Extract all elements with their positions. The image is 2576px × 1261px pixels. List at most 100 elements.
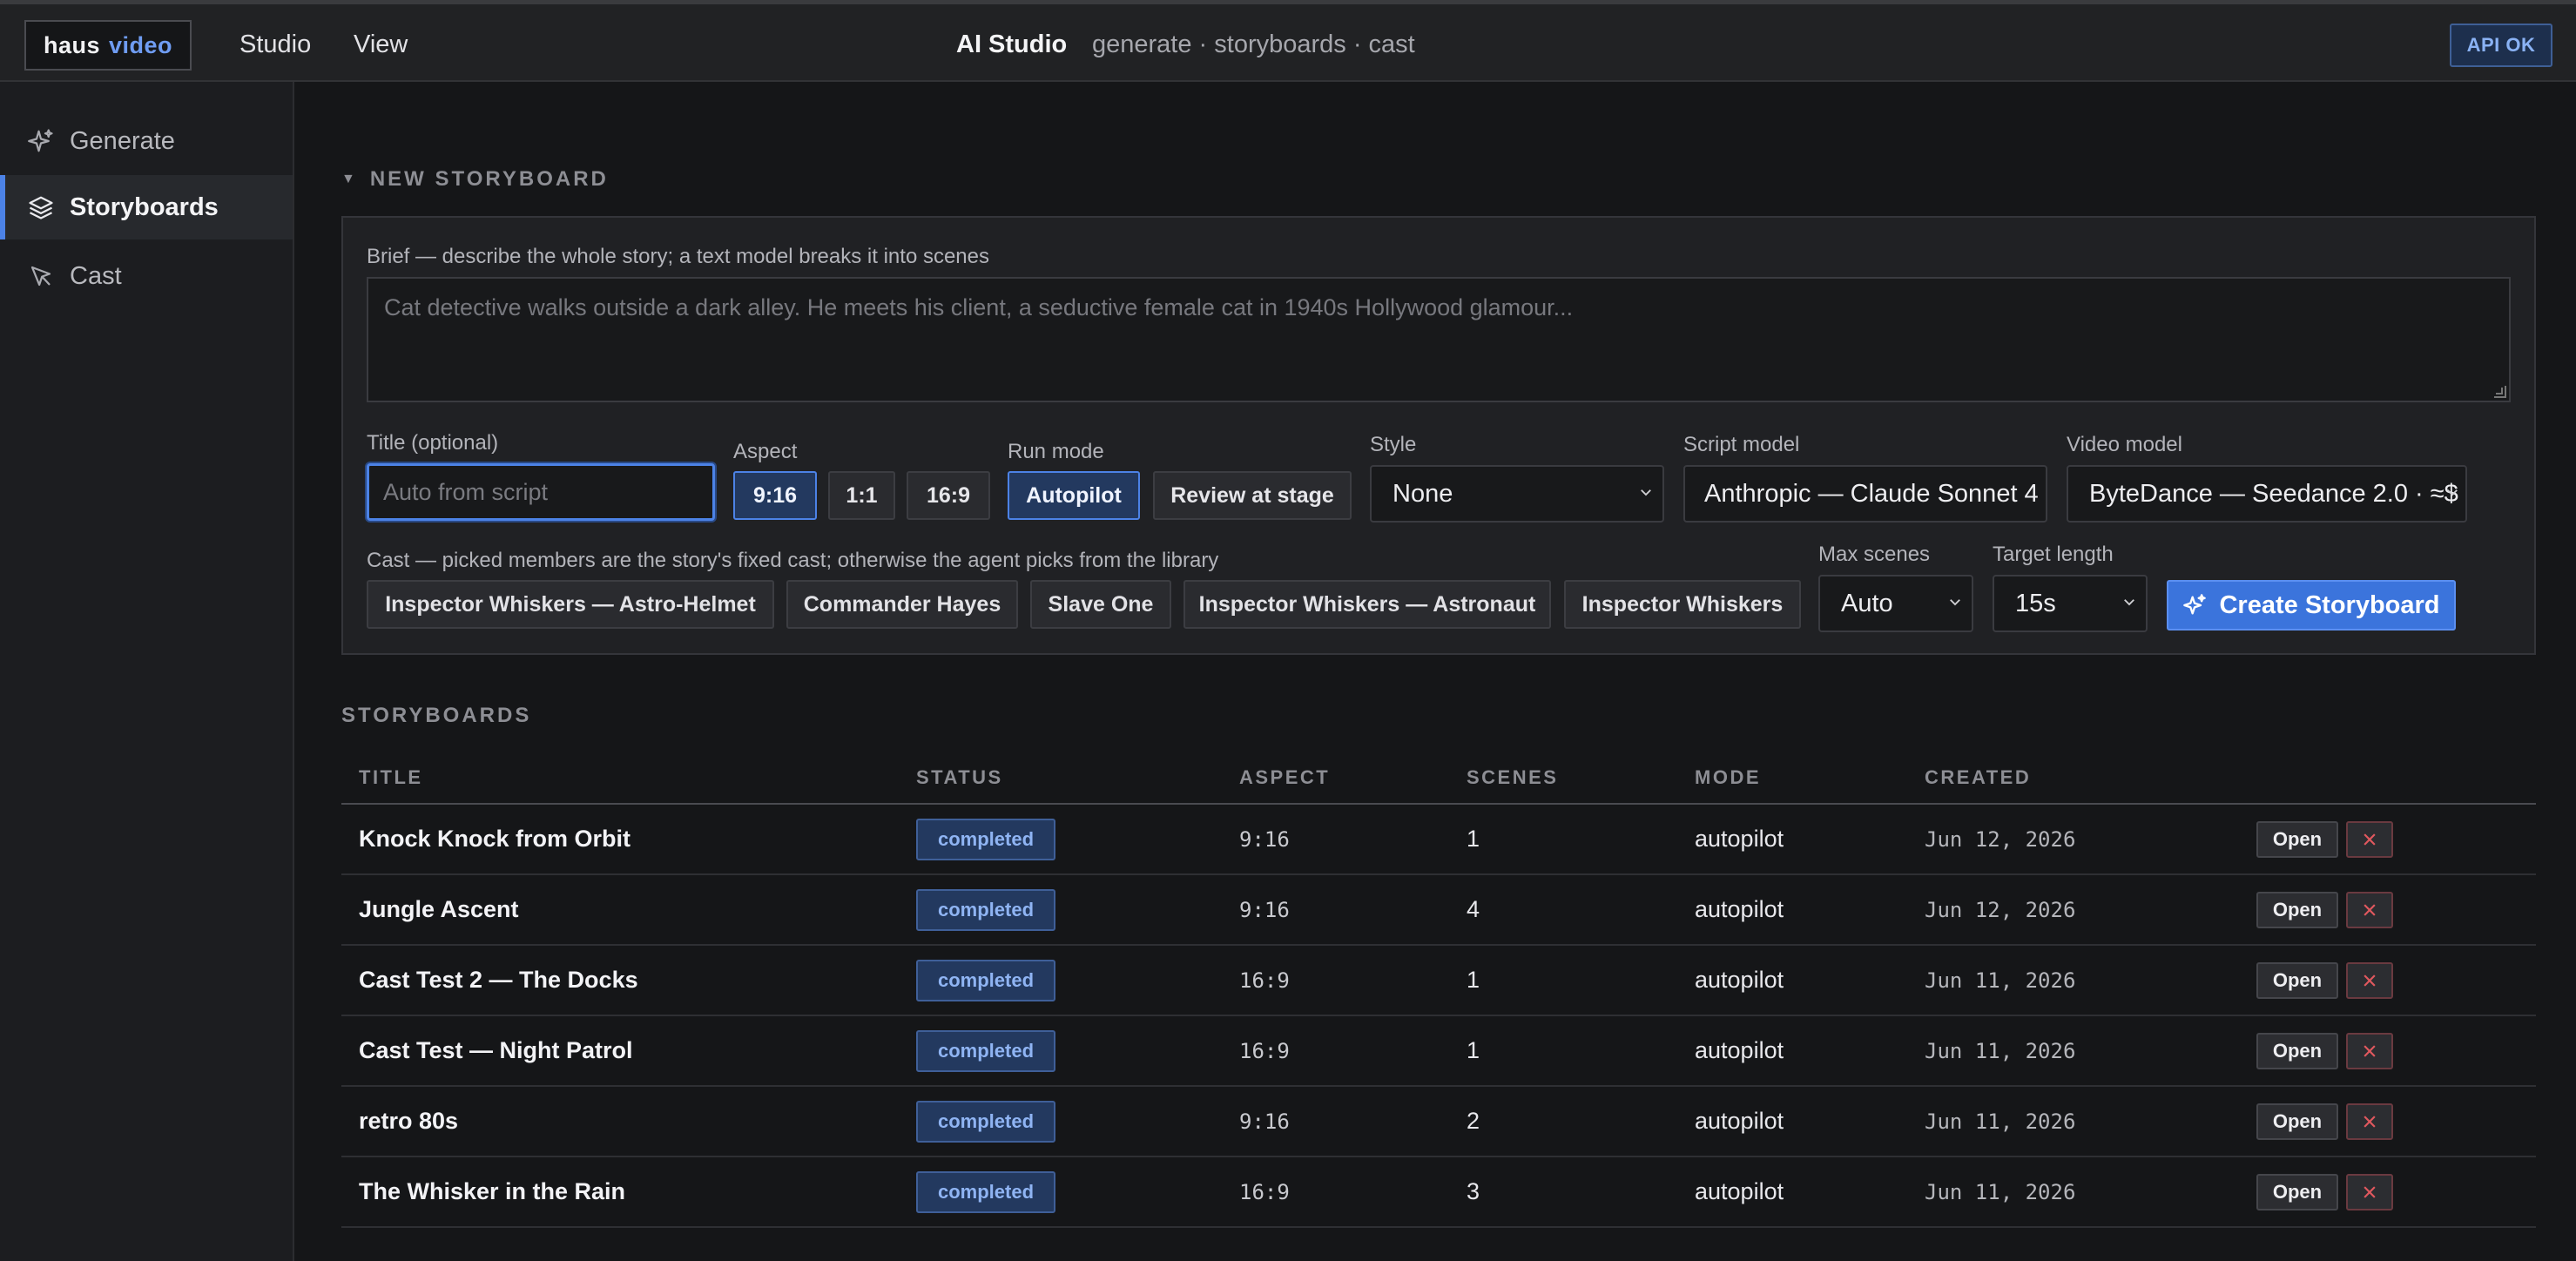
cast-member-chip[interactable]: Inspector Whiskers — Astro-Helmet [367, 580, 774, 629]
script-model-select[interactable]: Anthropic — Claude Sonnet 4 [1683, 465, 2047, 523]
aspect-1-1-button[interactable]: 1:1 [828, 471, 895, 520]
table-row[interactable]: The Whisker in the Rain completed 16:9 3… [341, 1157, 2536, 1228]
delete-button[interactable] [2346, 892, 2393, 928]
sidebar-item-label: Cast [70, 261, 122, 290]
cast-member-chip[interactable]: Inspector Whiskers [1564, 580, 1801, 629]
row-created: Jun 11, 2026 [1925, 1109, 2076, 1134]
brand-suffix: video [109, 31, 173, 58]
open-button[interactable]: Open [2256, 1033, 2338, 1069]
autopilot-button[interactable]: Autopilot [1008, 471, 1140, 520]
chevron-down-icon [1950, 599, 1960, 606]
style-value: None [1393, 479, 1453, 508]
cast-label: Cast — picked members are the story's fi… [367, 549, 1219, 572]
open-button[interactable]: Open [2256, 1103, 2338, 1140]
cast-member-chip[interactable]: Slave One [1030, 580, 1171, 629]
column-header-scenes: SCENES [1467, 766, 1559, 788]
row-aspect: 9:16 [1239, 1109, 1290, 1134]
row-aspect: 16:9 [1239, 1038, 1290, 1063]
row-scenes: 2 [1467, 1108, 1480, 1134]
open-button[interactable]: Open [2256, 1174, 2338, 1210]
table-row[interactable]: Jungle Ascent completed 9:16 4 autopilot… [341, 875, 2536, 946]
collapse-triangle-icon: ▼ [341, 172, 358, 186]
app-subtitle: generate · storyboards · cast [1092, 30, 1415, 58]
row-scenes: 1 [1467, 967, 1480, 993]
row-aspect: 16:9 [1239, 1179, 1290, 1204]
table-row[interactable]: Knock Knock from Orbit completed 9:16 1 … [341, 805, 2536, 875]
status-badge: completed [916, 888, 1055, 931]
status-badge: completed [916, 1100, 1055, 1143]
video-model-label: Video model [2067, 433, 2182, 456]
brand-logo[interactable]: haus video [24, 20, 192, 71]
run-mode-label: Run mode [1008, 440, 1104, 463]
video-model-value: ByteDance — Seedance 2.0 · ≈$ [2089, 479, 2458, 508]
status-cell: completed [916, 1016, 1055, 1085]
status-cell: completed [916, 1087, 1055, 1156]
row-created: Jun 11, 2026 [1925, 1179, 2076, 1204]
row-created: Jun 12, 2026 [1925, 826, 2076, 852]
sidebar-item-label: Generate [70, 126, 175, 155]
open-button[interactable]: Open [2256, 962, 2338, 999]
menu-view[interactable]: View [354, 30, 408, 59]
delete-button[interactable] [2346, 1103, 2393, 1140]
aspect-9-16-button[interactable]: 9:16 [733, 471, 817, 520]
row-mode: autopilot [1695, 896, 1784, 922]
sparkle-icon [28, 129, 53, 152]
row-title: retro 80s [359, 1108, 459, 1134]
max-scenes-label: Max scenes [1818, 543, 1931, 566]
sidebar-item-cast[interactable]: Cast [0, 244, 293, 308]
cast-member-chip[interactable]: Commander Hayes [786, 580, 1018, 629]
status-badge: completed [916, 818, 1055, 860]
aspect-16-9-button[interactable]: 16:9 [907, 471, 990, 520]
chevron-down-icon [1641, 489, 1651, 496]
cursor-icon [30, 266, 51, 287]
chevron-down-icon [2447, 489, 2458, 496]
script-model-label: Script model [1683, 433, 1800, 456]
close-icon [2364, 1116, 2376, 1128]
cast-member-chip[interactable]: Inspector Whiskers — Astronaut [1183, 580, 1551, 629]
row-aspect: 9:16 [1239, 897, 1290, 922]
new-storyboard-header[interactable]: ▼ NEW STORYBOARD [341, 167, 609, 192]
status-badge: completed [916, 1029, 1055, 1072]
review-at-stage-button[interactable]: Review at stage [1153, 471, 1352, 520]
row-title: Jungle Ascent [359, 896, 519, 922]
open-button[interactable]: Open [2256, 892, 2338, 928]
status-badge: completed [916, 959, 1055, 1001]
column-header-title: TITLE [359, 766, 423, 788]
delete-button[interactable] [2346, 962, 2393, 999]
row-aspect: 9:16 [1239, 826, 1290, 852]
row-created: Jun 11, 2026 [1925, 968, 2076, 993]
row-scenes: 1 [1467, 826, 1480, 852]
top-bar: haus video Studio View AI Studio generat… [0, 0, 2576, 82]
resize-grip-icon[interactable] [2494, 386, 2506, 398]
table-row[interactable]: retro 80s completed 9:16 2 autopilot Jun… [341, 1087, 2536, 1157]
sidebar: Generate Storyboards Cast [0, 82, 294, 1261]
max-scenes-select[interactable]: Auto [1818, 575, 1973, 632]
target-length-select[interactable]: 15s [1993, 575, 2148, 632]
table-row[interactable]: Cast Test — Night Patrol completed 16:9 … [341, 1016, 2536, 1087]
close-icon [2364, 1186, 2376, 1198]
brief-textarea[interactable]: Cat detective walks outside a dark alley… [367, 277, 2511, 402]
api-status-badge: API OK [2450, 24, 2552, 67]
delete-button[interactable] [2346, 1174, 2393, 1210]
style-label: Style [1370, 433, 1417, 456]
row-created: Jun 11, 2026 [1925, 1038, 2076, 1063]
style-select[interactable]: None [1370, 465, 1664, 523]
storyboards-section-title: STORYBOARDS [341, 704, 532, 727]
sidebar-item-storyboards[interactable]: Storyboards [0, 175, 293, 239]
column-header-aspect: ASPECT [1239, 766, 1331, 788]
delete-button[interactable] [2346, 1033, 2393, 1069]
sidebar-item-generate[interactable]: Generate [0, 109, 293, 173]
row-scenes: 4 [1467, 896, 1480, 922]
row-title: Knock Knock from Orbit [359, 826, 631, 852]
create-storyboard-button[interactable]: Create Storyboard [2167, 580, 2456, 630]
menu-studio[interactable]: Studio [239, 30, 311, 59]
title-input[interactable]: Auto from script [367, 463, 715, 521]
video-model-select[interactable]: ByteDance — Seedance 2.0 · ≈$ [2067, 465, 2467, 523]
open-button[interactable]: Open [2256, 821, 2338, 858]
delete-button[interactable] [2346, 821, 2393, 858]
table-row[interactable]: Cast Test 2 — The Docks completed 16:9 1… [341, 946, 2536, 1016]
chevron-down-icon [2124, 599, 2134, 606]
row-title: The Whisker in the Rain [359, 1178, 626, 1204]
aspect-label: Aspect [733, 440, 798, 463]
title-label: Title (optional) [367, 431, 499, 455]
